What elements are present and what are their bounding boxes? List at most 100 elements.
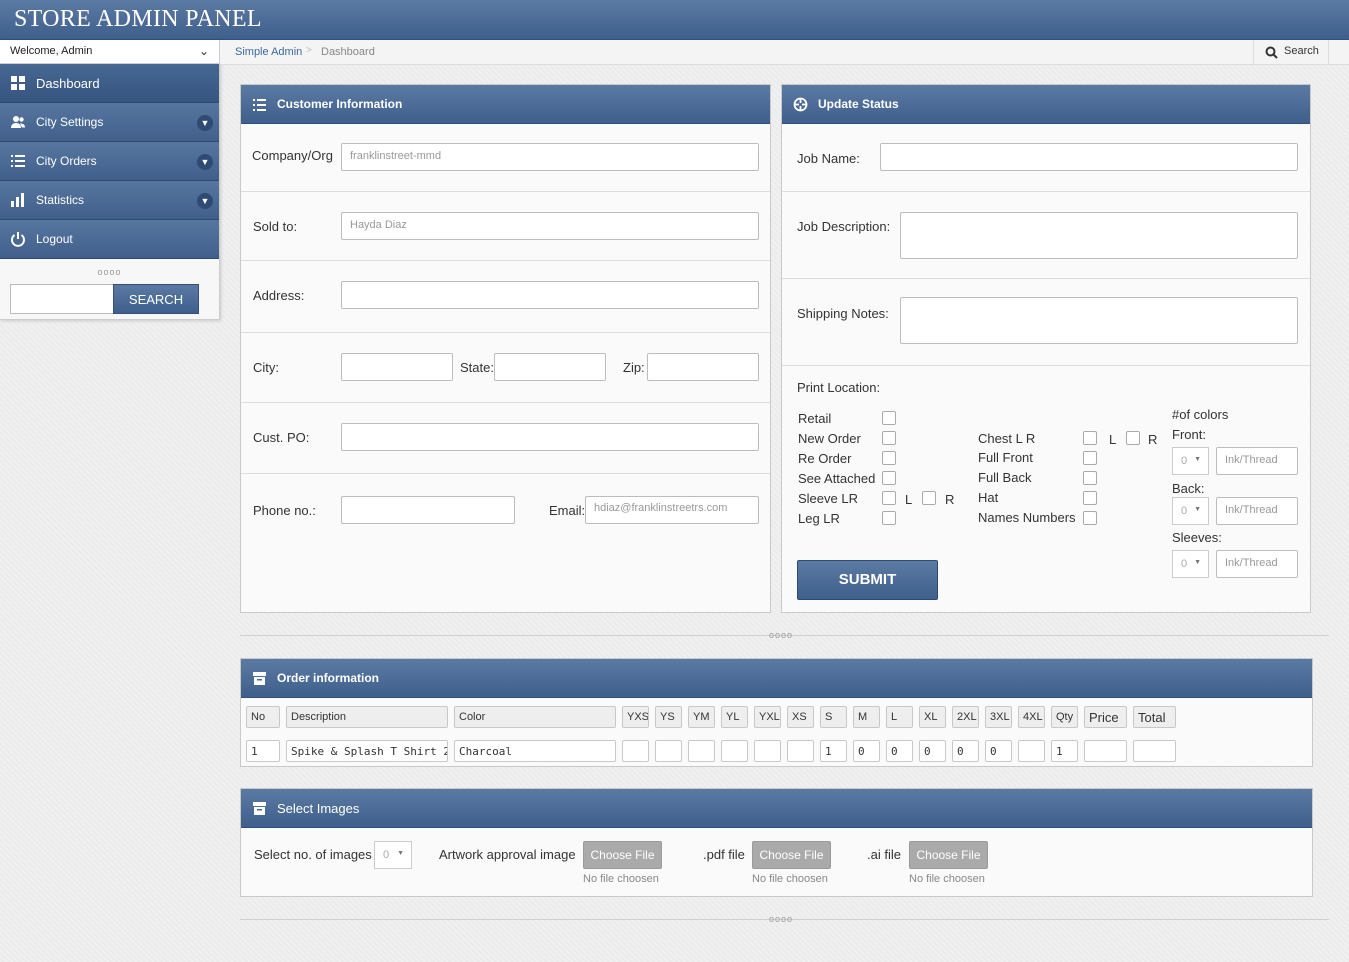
- city-label: City:: [253, 360, 279, 375]
- chevron-down-icon[interactable]: ▼: [197, 154, 213, 170]
- image-count-select[interactable]: 0 ▼: [374, 841, 412, 869]
- order-cell-input[interactable]: Charcoal: [454, 740, 616, 762]
- panel-title: Update Status: [818, 97, 899, 111]
- sleeve-lr-label: Sleeve LR: [798, 491, 858, 506]
- section-grip[interactable]: oooo: [769, 914, 793, 924]
- image-count-label: Select no. of images: [254, 847, 372, 862]
- job-name-field[interactable]: [880, 143, 1298, 171]
- retail-checkbox[interactable]: [882, 411, 896, 425]
- breadcrumb-root[interactable]: Simple Admin: [235, 46, 302, 58]
- chest-l-checkbox[interactable]: [1083, 431, 1097, 445]
- divider: [241, 473, 770, 474]
- top-search-button[interactable]: Search: [1253, 40, 1329, 65]
- artwork-choose-file-button[interactable]: Choose File: [583, 841, 662, 869]
- sidebar-search-button[interactable]: SEARCH: [113, 284, 199, 314]
- order-cell-input[interactable]: [1133, 740, 1176, 762]
- sleeves-ink-field[interactable]: Ink/Thread: [1216, 550, 1298, 578]
- chest-r-checkbox[interactable]: [1126, 431, 1140, 445]
- print-location-label: Print Location:: [797, 380, 881, 395]
- submit-button[interactable]: SUBMIT: [797, 560, 938, 600]
- state-field[interactable]: [494, 353, 606, 381]
- names-numbers-label: Names Numbers: [978, 510, 1076, 525]
- sold-to-field[interactable]: Hayda Diaz: [341, 212, 759, 240]
- column-header: M: [853, 706, 880, 728]
- job-description-field[interactable]: [900, 212, 1298, 259]
- sidebar-collapse-grip[interactable]: oooo: [0, 267, 219, 277]
- order-cell-input[interactable]: [1084, 740, 1127, 762]
- order-cell-input[interactable]: Spike & Splash T Shirt 2017: [286, 740, 448, 762]
- company-label: Company/Org: [252, 148, 333, 163]
- chevron-down-icon[interactable]: ▼: [197, 115, 213, 131]
- sidebar-item-label: Statistics: [36, 193, 85, 207]
- sidebar-search-input[interactable]: [10, 284, 114, 314]
- chest-l-label: L: [1109, 432, 1117, 447]
- sleeve-l-checkbox[interactable]: [882, 491, 896, 505]
- sidebar-item-logout[interactable]: Logout: [0, 220, 219, 259]
- phone-field[interactable]: [341, 496, 515, 524]
- sidebar-item-statistics[interactable]: Statistics ▼: [0, 181, 219, 220]
- column-header: No: [246, 706, 280, 728]
- order-cell-input[interactable]: 0: [853, 740, 880, 762]
- full-front-label: Full Front: [978, 450, 1033, 465]
- order-cell-input[interactable]: [754, 740, 781, 762]
- order-cell-input[interactable]: [787, 740, 814, 762]
- sidebar-item-dashboard[interactable]: Dashboard: [0, 64, 219, 103]
- order-cell-input[interactable]: [655, 740, 682, 762]
- sleeves-colors-select[interactable]: 0 ▼: [1172, 550, 1209, 578]
- email-field[interactable]: hdiaz@franklinstreetrs.com: [585, 496, 759, 524]
- order-cell-input[interactable]: [688, 740, 715, 762]
- shipping-notes-field[interactable]: [900, 297, 1298, 344]
- address-field[interactable]: [341, 281, 759, 309]
- back-colors-select[interactable]: 0 ▼: [1172, 497, 1209, 525]
- sidebar-item-city-orders[interactable]: City Orders ▼: [0, 142, 219, 181]
- divider: [241, 191, 770, 192]
- front-ink-field[interactable]: Ink/Thread: [1216, 447, 1298, 475]
- order-cell-input[interactable]: 1: [1051, 740, 1078, 762]
- leg-lr-checkbox[interactable]: [882, 511, 896, 525]
- ai-choose-file-button[interactable]: Choose File: [909, 841, 988, 869]
- welcome-menu[interactable]: Welcome, Admin ⌄: [0, 40, 219, 64]
- order-cell-input[interactable]: 0: [919, 740, 946, 762]
- order-cell-input[interactable]: [622, 740, 649, 762]
- back-ink-field[interactable]: Ink/Thread: [1216, 497, 1298, 525]
- caret-down-icon: ▼: [1194, 506, 1201, 513]
- colors-label: #of colors: [1172, 407, 1229, 422]
- hat-checkbox[interactable]: [1083, 491, 1097, 505]
- app-title: STORE ADMIN PANEL: [14, 6, 262, 32]
- order-cell-input[interactable]: 1: [246, 740, 280, 762]
- full-back-checkbox[interactable]: [1083, 471, 1097, 485]
- sidebar-item-city-settings[interactable]: City Settings ▼: [0, 103, 219, 142]
- archive-icon: [253, 672, 266, 685]
- order-cell-input[interactable]: 0: [952, 740, 979, 762]
- column-header: XL: [919, 706, 946, 728]
- new-order-checkbox[interactable]: [882, 431, 896, 445]
- re-order-checkbox[interactable]: [882, 451, 896, 465]
- see-attached-checkbox[interactable]: [882, 471, 896, 485]
- order-cell-input[interactable]: 0: [886, 740, 913, 762]
- sidebar-search: SEARCH: [10, 284, 200, 314]
- column-header: 3XL: [985, 706, 1012, 728]
- chevron-down-icon[interactable]: ▼: [197, 193, 213, 209]
- caret-down-icon: ▼: [1194, 456, 1201, 463]
- pdf-choose-file-button[interactable]: Choose File: [752, 841, 831, 869]
- column-header: YM: [688, 706, 715, 728]
- ai-file-status: No file choosen: [909, 873, 985, 885]
- company-field[interactable]: franklinstreet-mmd: [341, 143, 759, 171]
- column-header: YS: [655, 706, 682, 728]
- panel-title: Customer Information: [277, 97, 403, 111]
- sleeve-r-checkbox[interactable]: [922, 491, 936, 505]
- order-cell-input[interactable]: [721, 740, 748, 762]
- order-cell-input[interactable]: [1018, 740, 1045, 762]
- names-numbers-checkbox[interactable]: [1083, 511, 1097, 525]
- full-front-checkbox[interactable]: [1083, 451, 1097, 465]
- section-grip[interactable]: oooo: [769, 630, 793, 640]
- city-field[interactable]: [341, 353, 453, 381]
- order-cell-input[interactable]: 0: [985, 740, 1012, 762]
- users-icon: [11, 116, 25, 128]
- order-cell-input[interactable]: 1: [820, 740, 847, 762]
- cust-po-field[interactable]: [341, 423, 759, 451]
- front-colors-select[interactable]: 0 ▼: [1172, 447, 1209, 475]
- breadcrumb-separator-icon: >: [306, 45, 312, 56]
- zip-field[interactable]: [647, 353, 759, 381]
- sleeves-label: Sleeves:: [1172, 530, 1222, 545]
